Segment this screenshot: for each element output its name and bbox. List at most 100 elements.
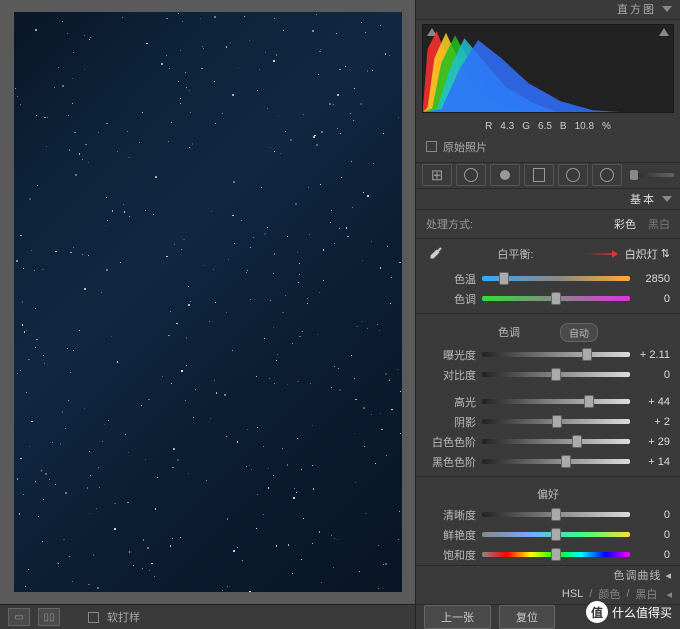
treatment-label: 处理方式:: [426, 216, 602, 232]
shadows-label: 阴影: [426, 414, 476, 430]
whites-label: 白色色阶: [426, 434, 476, 450]
collapse-icon: [662, 196, 672, 202]
preview-image[interactable]: [14, 12, 402, 592]
blacks-row: 黑色色阶 + 14: [416, 452, 680, 472]
pct-label: %: [602, 121, 611, 132]
histogram[interactable]: [422, 24, 674, 113]
slider-thumb[interactable]: [499, 272, 509, 285]
grad-filter-icon[interactable]: [524, 164, 554, 186]
canvas-panel: ▭ ▯▯ 软打样: [0, 0, 415, 629]
rgb-readout: R4.3 G6.5 B10.8 %: [416, 117, 680, 136]
shadows-value[interactable]: + 2: [636, 416, 670, 428]
auto-button[interactable]: 自动: [560, 323, 598, 342]
spot-tool-icon[interactable]: [456, 164, 486, 186]
blacks-slider[interactable]: [482, 459, 630, 464]
contrast-row: 对比度 0: [416, 365, 680, 385]
clarity-slider[interactable]: [482, 512, 630, 517]
softproof-checkbox[interactable]: [88, 612, 99, 623]
g-value: 6.5: [538, 121, 552, 132]
saturation-label: 饱和度: [426, 547, 476, 563]
radial-filter-icon[interactable]: [558, 164, 588, 186]
slider-thumb[interactable]: [584, 395, 594, 408]
saturation-slider[interactable]: [482, 552, 630, 557]
highlights-slider[interactable]: [482, 399, 630, 404]
wb-label: 白平衡:: [452, 246, 579, 262]
slider-thumb[interactable]: [582, 348, 592, 361]
contrast-value[interactable]: 0: [636, 369, 670, 381]
treatment-row: 处理方式: 彩色 黑白: [416, 210, 680, 239]
temp-label: 色温: [426, 271, 476, 287]
highlight-clip-icon[interactable]: [659, 28, 669, 36]
slider-thumb[interactable]: [551, 508, 561, 521]
contrast-slider[interactable]: [482, 372, 630, 377]
clarity-row: 清晰度 0: [416, 505, 680, 525]
right-panel: 直方图 R4.3 G6.5 B10.8 % 原始照片 ⊞ 基本 处理方式: 彩色…: [415, 0, 680, 629]
original-label: 原始照片: [443, 139, 487, 155]
bw-tab[interactable]: 黑白: [635, 586, 657, 602]
wb-preset-dropdown[interactable]: 白炽灯⇅: [625, 246, 670, 262]
vibrance-value[interactable]: 0: [636, 529, 670, 541]
vibrance-label: 鲜艳度: [426, 527, 476, 543]
highlights-label: 高光: [426, 394, 476, 410]
treatment-bw[interactable]: 黑白: [648, 216, 670, 232]
view-mode-single-icon[interactable]: ▭: [8, 608, 30, 626]
highlights-value[interactable]: + 44: [636, 396, 670, 408]
tint-slider[interactable]: [482, 296, 630, 301]
highlights-row: 高光 + 44: [416, 392, 680, 412]
treatment-color[interactable]: 彩色: [614, 216, 636, 232]
whites-row: 白色色阶 + 29: [416, 432, 680, 452]
exposure-row: 曝光度 + 2.11: [416, 345, 680, 365]
shadows-slider[interactable]: [482, 419, 630, 424]
tint-value[interactable]: 0: [636, 293, 670, 305]
temp-value[interactable]: 2850: [636, 273, 670, 285]
prev-button[interactable]: 上一张: [424, 605, 491, 629]
g-label: G: [522, 121, 530, 132]
tone-curve-title: 色调曲线: [613, 567, 661, 583]
basic-header[interactable]: 基本: [416, 189, 680, 210]
crop-tool-icon[interactable]: ⊞: [422, 164, 452, 186]
wb-row: 白平衡: 白炽灯⇅: [416, 239, 680, 269]
slider-thumb[interactable]: [572, 435, 582, 448]
whites-value[interactable]: + 29: [636, 436, 670, 448]
hsl-tab[interactable]: HSL: [562, 588, 583, 600]
blacks-value[interactable]: + 14: [636, 456, 670, 468]
reset-button[interactable]: 复位: [499, 605, 555, 629]
slider-thumb[interactable]: [551, 292, 561, 305]
slider-thumb[interactable]: [551, 528, 561, 541]
eyedropper-icon[interactable]: [426, 245, 444, 263]
bottom-toolbar: ▭ ▯▯ 软打样: [0, 604, 415, 629]
saturation-value[interactable]: 0: [636, 549, 670, 561]
canvas-area: [0, 0, 415, 604]
slider-thumb[interactable]: [551, 368, 561, 381]
dropdown-icon: ⇅: [661, 247, 670, 260]
watermark-text: 什么值得买: [612, 604, 672, 621]
clarity-label: 清晰度: [426, 507, 476, 523]
softproof-label: 软打样: [107, 609, 140, 625]
histogram-chart: [423, 22, 653, 112]
arrow-icon: [587, 253, 617, 255]
tone-curve-header[interactable]: 色调曲线 ◂: [416, 565, 680, 585]
r-value: 4.3: [500, 121, 514, 132]
contrast-label: 对比度: [426, 367, 476, 383]
vibrance-slider[interactable]: [482, 532, 630, 537]
brush-tool-icon[interactable]: [592, 164, 622, 186]
basic-title: 基本: [630, 191, 656, 207]
redeye-tool-icon[interactable]: [490, 164, 520, 186]
color-tab[interactable]: 颜色: [598, 586, 620, 602]
slider-thumb[interactable]: [551, 548, 561, 561]
view-mode-compare-icon[interactable]: ▯▯: [38, 608, 60, 626]
tool-slider[interactable]: [630, 173, 674, 177]
collapse-icon: [662, 6, 672, 12]
tone-header: 色调 自动: [416, 318, 680, 345]
original-checkbox[interactable]: [426, 141, 437, 152]
slider-thumb[interactable]: [561, 455, 571, 468]
clarity-value[interactable]: 0: [636, 509, 670, 521]
r-label: R: [485, 121, 492, 132]
histogram-header[interactable]: 直方图: [416, 0, 680, 20]
whites-slider[interactable]: [482, 439, 630, 444]
temp-slider[interactable]: [482, 276, 630, 281]
original-photo-row[interactable]: 原始照片: [416, 136, 680, 158]
exposure-slider[interactable]: [482, 352, 630, 357]
slider-thumb[interactable]: [552, 415, 562, 428]
exposure-value[interactable]: + 2.11: [636, 349, 670, 361]
